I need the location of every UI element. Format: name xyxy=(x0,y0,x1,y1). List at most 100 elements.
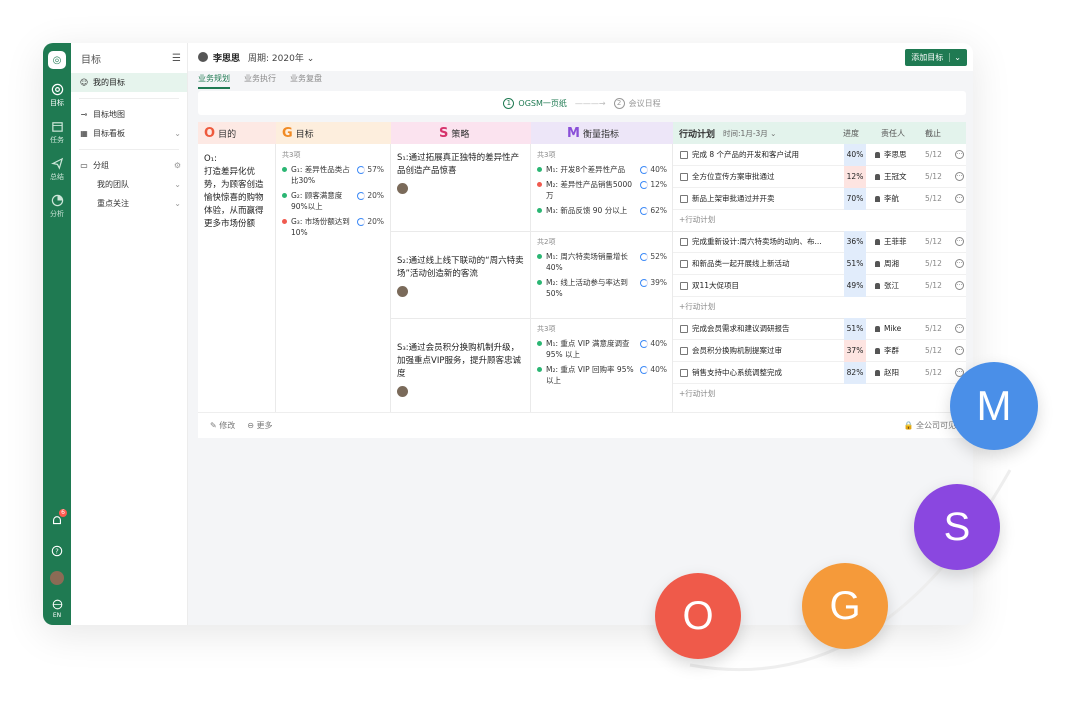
action-plan-row[interactable]: 完成 8 个产品的开发和客户试用 40% 李思思 5/12 ··· xyxy=(673,143,966,166)
action-plan-row[interactable]: 销售支持中心系统调整完成 82% 赵阳 5/12 ··· xyxy=(673,361,966,384)
action-deadline: 5/12 xyxy=(925,172,942,181)
more-icon[interactable]: ··· xyxy=(955,172,964,181)
rail-item-tasks[interactable]: 任务 xyxy=(50,120,64,145)
task-icon xyxy=(680,368,688,377)
sidebar-item-goal-map[interactable]: ⊸ 目标地图 xyxy=(71,105,187,124)
chevron-down-icon[interactable]: ⌄ xyxy=(949,53,961,62)
action-owner: 赵阳 xyxy=(875,367,923,378)
action-plan-row[interactable]: 完成重新设计:周六特卖场的动向、布... 36% 王菲菲 5/12 ··· xyxy=(673,230,966,253)
action-title: 新品上架审批通过并开卖 xyxy=(692,194,775,203)
add-goal-button[interactable]: 添加目标 ⌄ xyxy=(905,49,967,66)
more-button[interactable]: ⊖ 更多 xyxy=(247,420,272,431)
language-switch[interactable]: EN xyxy=(52,599,63,619)
more-icon[interactable]: ··· xyxy=(955,194,964,203)
action-plan-row[interactable]: 和新品类一起开展线上新活动 51% 周湘 5/12 ··· xyxy=(673,252,966,275)
notification-button[interactable]: 6 xyxy=(51,509,67,531)
settings-icon[interactable]: ⚙ xyxy=(174,161,181,170)
goal-item[interactable]: G₃: 市场份额达到10% 20% xyxy=(282,216,384,238)
sidebar-item-my-team[interactable]: 我的团队 ⌄ xyxy=(71,175,187,194)
current-user-name: 李思思 xyxy=(213,53,241,64)
period-selector[interactable]: 周期: 2020年 ⌄ xyxy=(248,51,314,64)
sidebar-item-groups[interactable]: ▭ 分组 ⚙ xyxy=(71,156,187,175)
metric-item[interactable]: M₂: 重点 VIP 回购率 95% 以上 40% xyxy=(537,364,667,386)
more-icon[interactable]: ··· xyxy=(955,259,964,268)
strategy-item[interactable]: S₁:通过拓展真正独特的差异性产品创造产品惊喜 xyxy=(397,152,527,194)
column-header-objective: O 目的 xyxy=(198,122,276,144)
sidebar-item-goal-board[interactable]: ▦ 目标看板 ⌄ xyxy=(71,124,187,143)
status-dot xyxy=(537,167,542,172)
action-deadline: 5/12 xyxy=(925,194,942,203)
step-meeting[interactable]: 2 会议日程 xyxy=(613,97,661,109)
tab-planning[interactable]: 业务规划 xyxy=(198,73,230,89)
sidebar: 目标 ☰ ☺ 我的目标 ⊸ 目标地图 ▦ 目标看板 ⌄ ▭ 分组 ⚙ 我的团队 … xyxy=(71,43,188,625)
action-owner: 张江 xyxy=(875,280,923,291)
rail-item-analysis[interactable]: 分析 xyxy=(50,194,64,219)
action-progress: 37% xyxy=(844,339,866,362)
action-plan-row[interactable]: 全方位宣传方案审批通过 12% 王冠文 5/12 ··· xyxy=(673,165,966,188)
metric-count: 共2项 xyxy=(537,238,556,246)
action-plan-row[interactable]: 完成会员需求和建议调研报告 51% Mike 5/12 ··· xyxy=(673,317,966,340)
goal-count: 共3项 xyxy=(282,151,301,159)
add-action-plan-link[interactable]: +行动计划 xyxy=(679,214,715,225)
metric-item[interactable]: M₁: 开发8个差异性产品 40% xyxy=(537,164,667,175)
goal-column: 共3项 G₁: 差异性品类占比30% 57% G₂: 顾客满意度90%以上 20… xyxy=(276,144,391,412)
help-icon[interactable]: ? xyxy=(51,545,63,557)
goal-item[interactable]: G₂: 顾客满意度90%以上 20% xyxy=(282,190,384,212)
s-letter: S xyxy=(439,125,449,141)
strategy-text: S₂:通过线上线下联动的“周六特卖场”活动创造新的客流 xyxy=(397,256,524,279)
metric-item[interactable]: M₁: 周六特卖场销量增长40% 52% xyxy=(537,251,667,273)
column-header-goal: G 目标 xyxy=(276,122,391,144)
o-letter: O xyxy=(204,125,216,141)
goal-progress: 20% xyxy=(357,190,384,201)
a-progress-header: 进度 xyxy=(843,128,860,138)
action-title: 会员积分换购机制提案过审 xyxy=(692,346,782,355)
sidebar-item-my-goals[interactable]: ☺ 我的目标 xyxy=(71,73,187,92)
goal-text: G₃: 市场份额达到10% xyxy=(291,217,350,237)
goal-progress: 20% xyxy=(357,216,384,227)
collapse-menu-icon[interactable]: ☰ xyxy=(172,53,181,64)
metric-progress: 40% xyxy=(640,164,667,175)
add-action-plan-link[interactable]: +行动计划 xyxy=(679,388,715,399)
strategy-item[interactable]: S₂:通过线上线下联动的“周六特卖场”活动创造新的客流 xyxy=(397,255,527,297)
rail-item-goals[interactable]: 目标 xyxy=(50,83,64,108)
folder-icon: ▭ xyxy=(80,161,88,170)
more-icon[interactable]: ··· xyxy=(955,237,964,246)
strategy-item[interactable]: S₃:通过会员积分换购机制升级，加强重点VIP服务，提升顾客忠诚度 xyxy=(397,342,527,397)
more-icon[interactable]: ··· xyxy=(955,150,964,159)
action-deadline: 5/12 xyxy=(925,368,942,377)
pie-icon xyxy=(51,194,63,207)
edit-button[interactable]: ✎ 修改 xyxy=(210,420,235,431)
metric-item[interactable]: M₁: 重点 VIP 满意度调查95% 以上 40% xyxy=(537,338,667,360)
more-icon[interactable]: ··· xyxy=(955,346,964,355)
rail-label: 总结 xyxy=(50,173,64,181)
more-icon[interactable]: ··· xyxy=(955,281,964,290)
ogsm-bubble-g: G xyxy=(802,563,888,649)
metric-progress: 40% xyxy=(640,364,667,375)
goal-item[interactable]: G₁: 差异性品类占比30% 57% xyxy=(282,164,384,186)
metric-text: M₂: 重点 VIP 回购率 95% 以上 xyxy=(546,365,634,385)
rail-label: 任务 xyxy=(50,136,64,144)
action-plan-row[interactable]: 会员积分换购机制提案过审 37% 李群 5/12 ··· xyxy=(673,339,966,362)
sidebar-item-focus[interactable]: 重点关注 ⌄ xyxy=(71,194,187,213)
svg-text:?: ? xyxy=(55,548,59,556)
goal-text: G₂: 顾客满意度90%以上 xyxy=(291,191,343,211)
action-title: 完成 8 个产品的开发和客户试用 xyxy=(692,150,800,159)
a-period-filter[interactable]: 时间:1月-3月 ⌄ xyxy=(723,128,843,139)
owner-avatar xyxy=(397,286,408,297)
progress-ring-icon xyxy=(640,180,649,189)
add-action-plan-link[interactable]: +行动计划 xyxy=(679,301,715,312)
action-deadline: 5/12 xyxy=(925,281,942,290)
user-avatar[interactable] xyxy=(50,571,64,585)
metric-item[interactable]: M₃: 新品反馈 90 分以上 62% xyxy=(537,205,667,216)
tab-review[interactable]: 业务复盘 xyxy=(290,73,322,89)
chevron-down-icon: ⌄ xyxy=(174,129,181,138)
step-ogsm[interactable]: 1 OGSM一页纸 xyxy=(503,97,567,109)
action-plan-row[interactable]: 双11大促项目 49% 张江 5/12 ··· xyxy=(673,274,966,297)
metric-item[interactable]: M₂: 差异性产品销售5000万 12% xyxy=(537,179,667,201)
action-plan-row[interactable]: 新品上架审批通过并开卖 70% 李航 5/12 ··· xyxy=(673,187,966,210)
tab-execution[interactable]: 业务执行 xyxy=(244,73,276,89)
more-icon[interactable]: ··· xyxy=(955,324,964,333)
rail-item-summary[interactable]: 总结 xyxy=(50,157,64,182)
objective-text[interactable]: 打造差异化优势，为顾客创造愉快惊喜的购物体验，从而赢得更多市场份额 xyxy=(204,166,269,231)
metric-item[interactable]: M₂: 线上活动参与率达到50% 39% xyxy=(537,277,667,299)
